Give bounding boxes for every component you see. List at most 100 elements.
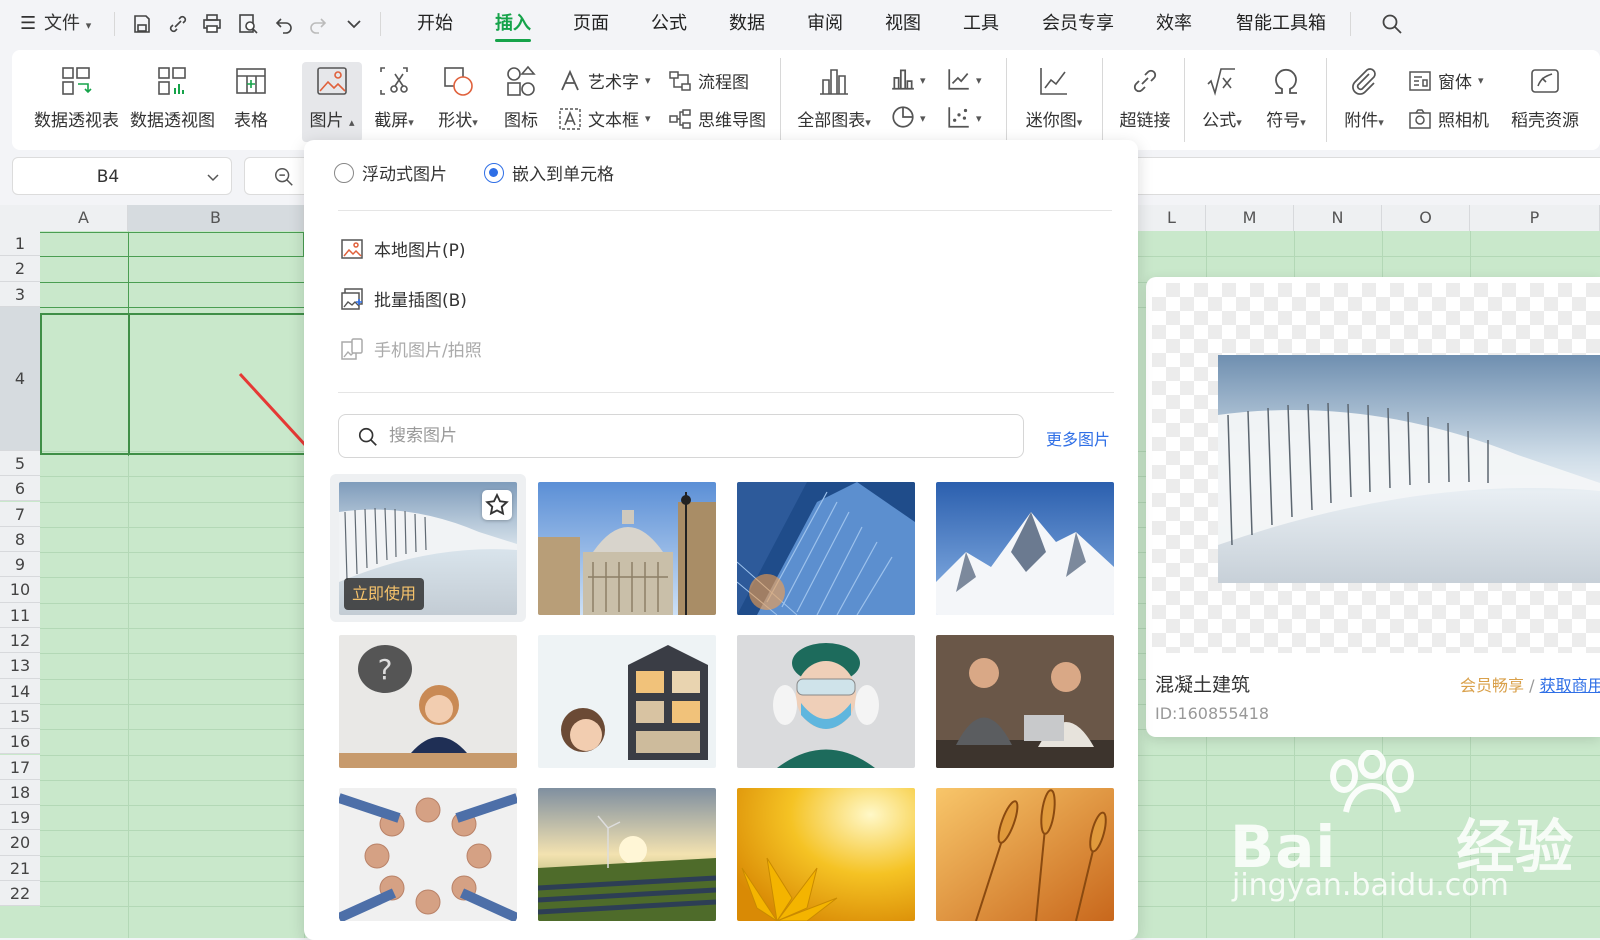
more-pictures-link[interactable]: 更多图片 — [1046, 426, 1110, 450]
name-box[interactable]: B4 — [12, 157, 232, 195]
textbox-button[interactable]: 文本框 ▾ — [558, 106, 651, 131]
mindmap-button[interactable]: 思维导图 — [668, 106, 766, 131]
row-header-13[interactable]: 13 — [0, 653, 40, 679]
tab-formula[interactable]: 公式 — [651, 0, 687, 48]
row-header-11[interactable]: 11 — [0, 602, 40, 628]
row-header-10[interactable]: 10 — [0, 577, 40, 603]
attachment-button[interactable]: 附件▾ — [1336, 64, 1392, 131]
thumbnail-wheat[interactable] — [936, 788, 1114, 921]
formula-button[interactable]: 公式▾ — [1194, 64, 1250, 131]
row-header-16[interactable]: 16 — [0, 729, 40, 755]
phone-picture-item[interactable]: 手机图片/拍照 — [340, 336, 482, 361]
line-chart-icon[interactable] — [946, 66, 972, 92]
scatter-chart-icon[interactable] — [946, 104, 972, 130]
hamburger-icon[interactable]: ☰ — [20, 0, 36, 48]
row-header-20[interactable]: 20 — [0, 830, 40, 856]
shape-button[interactable]: 形状▾ — [430, 64, 486, 131]
redo-icon[interactable] — [306, 12, 330, 36]
row-header-3[interactable]: 3 — [0, 281, 40, 307]
tab-insert[interactable]: 插入 — [495, 0, 531, 48]
cell-row-2[interactable] — [40, 257, 304, 283]
formula-input[interactable] — [1110, 157, 1600, 195]
row-header-22[interactable]: 22 — [0, 881, 40, 907]
get-commercial-link[interactable]: 获取商用 — [1540, 676, 1600, 695]
thumbnail-girl-house[interactable] — [538, 635, 716, 768]
pivot-table-button[interactable]: 数据透视表 — [34, 64, 119, 131]
tab-efficiency[interactable]: 效率 — [1156, 0, 1192, 48]
local-picture-item[interactable]: 本地图片(P) — [340, 236, 466, 261]
thumbnail-sunflower[interactable] — [737, 788, 915, 921]
row-header-12[interactable]: 12 — [0, 628, 40, 654]
radio-embed-cell[interactable]: 嵌入到单元格 — [484, 160, 614, 185]
wordart-button[interactable]: 艺术字 ▾ — [558, 68, 651, 93]
row-header-1[interactable]: 1 — [0, 231, 40, 257]
row-header-8[interactable]: 8 — [0, 526, 40, 553]
picture-button[interactable]: 图片 ▴ — [302, 64, 362, 131]
picture-search-input[interactable] — [387, 415, 1007, 457]
favorite-button[interactable] — [482, 490, 512, 520]
form-button[interactable]: 窗体 ▾ — [1408, 68, 1484, 93]
row-header-6[interactable]: 6 — [0, 476, 40, 502]
thumbnail-snow-mountains[interactable] — [936, 482, 1114, 615]
picture-search-box[interactable] — [338, 414, 1024, 458]
tab-member[interactable]: 会员专享 — [1042, 0, 1114, 48]
tab-view[interactable]: 视图 — [885, 0, 921, 48]
save-icon[interactable] — [130, 12, 154, 36]
all-charts-button[interactable]: 全部图表▾ — [792, 64, 876, 131]
thumbnail-skyscraper[interactable] — [737, 482, 915, 615]
thumbnail-fists-circle[interactable] — [339, 788, 517, 921]
row-header-4[interactable]: 4 — [0, 306, 40, 451]
search-icon[interactable] — [1380, 12, 1404, 36]
undo-icon[interactable] — [272, 12, 296, 36]
tab-review[interactable]: 审阅 — [807, 0, 843, 48]
thumbnail-business-men[interactable] — [936, 635, 1114, 768]
column-header-o[interactable]: O — [1382, 205, 1470, 231]
thumbnail-pantheon[interactable] — [538, 482, 716, 615]
row-header-7[interactable]: 7 — [0, 501, 40, 527]
tab-tools[interactable]: 工具 — [963, 0, 999, 48]
chevron-down-icon[interactable]: ▾ — [920, 74, 926, 87]
print-icon[interactable] — [200, 12, 224, 36]
row-header-14[interactable]: 14 — [0, 678, 40, 704]
thumbnail-wind-solar[interactable] — [538, 788, 716, 921]
camera-button[interactable]: 照相机 — [1408, 106, 1489, 131]
tab-home[interactable]: 开始 — [417, 0, 453, 48]
cell-row-1[interactable] — [40, 232, 304, 257]
row-header-9[interactable]: 9 — [0, 552, 40, 578]
row-header-2[interactable]: 2 — [0, 256, 40, 282]
column-header-n[interactable]: N — [1294, 205, 1382, 231]
column-header-p[interactable]: P — [1470, 205, 1600, 231]
column-header-m[interactable]: M — [1206, 205, 1294, 231]
sparkline-button[interactable]: 迷你图▾ — [1016, 64, 1092, 131]
docer-resources-button[interactable]: 稻壳资源 — [1500, 64, 1590, 131]
zoom-icon[interactable] — [273, 166, 295, 188]
column-header-l[interactable]: L — [1138, 205, 1206, 231]
pie-chart-icon[interactable] — [890, 104, 916, 130]
icon-button[interactable]: 图标 — [496, 64, 546, 131]
file-menu[interactable]: 文件 ▾ — [44, 0, 91, 48]
screenshot-button[interactable]: 截屏▾ — [366, 64, 422, 131]
tab-page[interactable]: 页面 — [573, 0, 609, 48]
batch-insert-item[interactable]: 批量插图(B) — [340, 286, 467, 311]
pivot-chart-button[interactable]: 数据透视图 — [130, 64, 215, 131]
row-header-19[interactable]: 19 — [0, 805, 40, 831]
radio-floating-picture[interactable]: 浮动式图片 — [334, 160, 447, 185]
row-header-18[interactable]: 18 — [0, 779, 40, 806]
symbol-button[interactable]: 符号▾ — [1258, 64, 1314, 131]
use-now-button[interactable]: 立即使用 — [344, 578, 425, 610]
tab-smart-toolbox[interactable]: 智能工具箱 — [1236, 0, 1326, 48]
column-chart-icon[interactable] — [890, 66, 916, 92]
chevron-down-icon[interactable]: ▾ — [976, 74, 982, 87]
thumbnail-doctor-mask[interactable] — [737, 635, 915, 768]
print-preview-icon[interactable] — [236, 12, 260, 36]
cell-row-3[interactable] — [40, 283, 304, 308]
row-header-15[interactable]: 15 — [0, 703, 40, 730]
flowchart-button[interactable]: 流程图 — [668, 68, 749, 93]
hyperlink-button[interactable]: 超链接 — [1112, 64, 1178, 131]
tab-data[interactable]: 数据 — [729, 0, 765, 48]
chevron-down-icon[interactable]: ▾ — [976, 112, 982, 125]
link-icon[interactable] — [166, 12, 190, 36]
row-header-21[interactable]: 21 — [0, 855, 40, 881]
select-all-corner[interactable] — [0, 205, 40, 231]
column-header-b[interactable]: B — [128, 205, 304, 231]
